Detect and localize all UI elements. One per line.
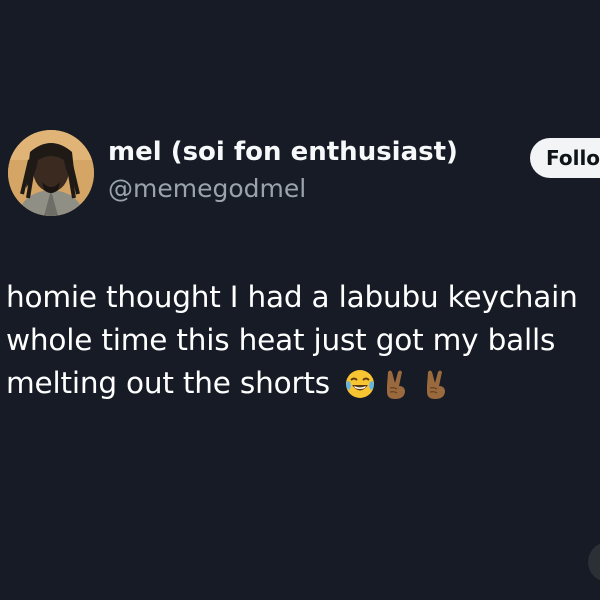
tweet-text-line-last: melting out the shorts [6,362,600,405]
follow-button[interactable]: Follo [530,138,600,178]
tweet-text-line: homie thought I had a labubu keychain [6,280,578,314]
tweet-text-line: whole time this heat just got my balls [6,323,556,357]
face-with-tears-of-joy-icon [344,368,376,400]
victory-hand-icon [422,368,450,400]
tweet-card: mel (soi fon enthusiast) @memegodmel Fol… [0,0,600,600]
victory-hand-icon [382,368,410,400]
tweet-text: homie thought I had a labubu keychain wh… [6,276,600,405]
tweet-text-line-content: melting out the shorts [6,366,330,400]
